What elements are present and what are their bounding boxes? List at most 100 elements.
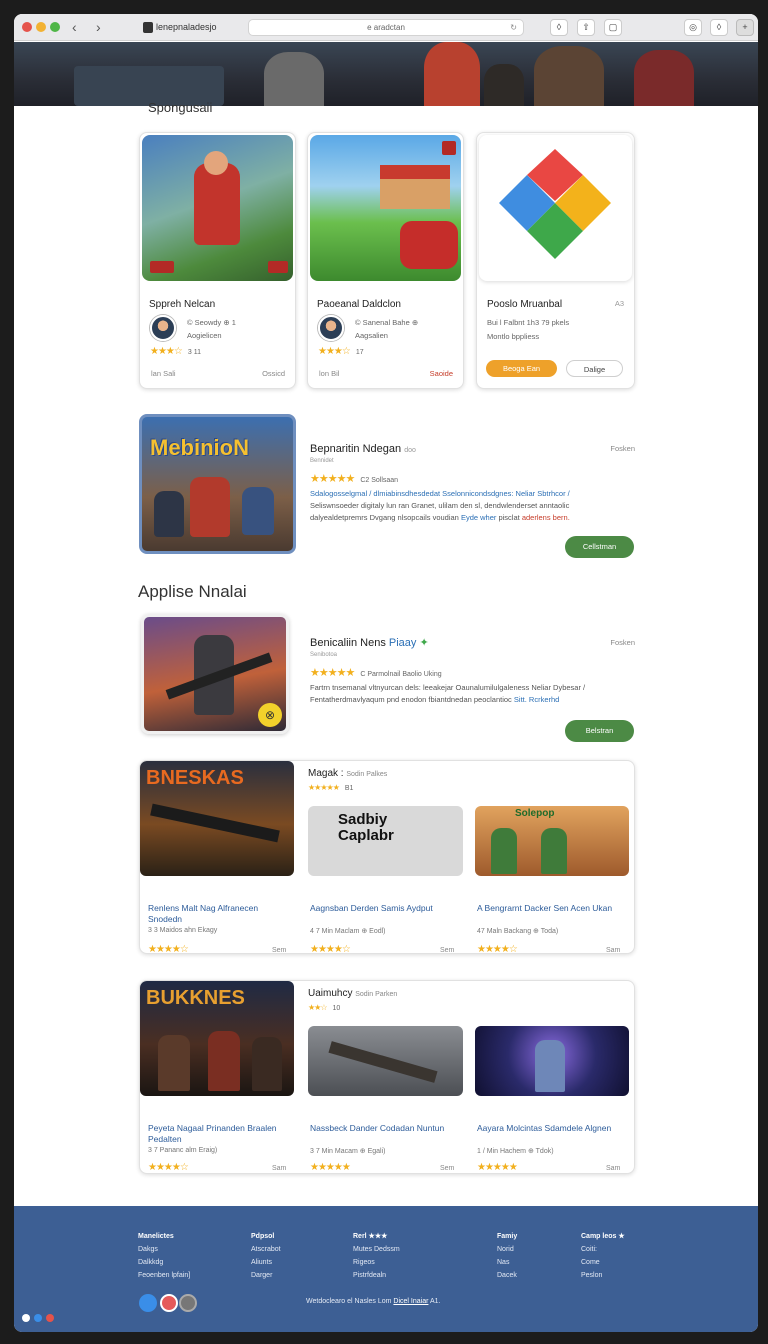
hero-banner [14,42,758,106]
reload-icon[interactable]: ↻ [510,20,517,35]
zoom-window-button[interactable] [50,22,60,32]
app-card[interactable]: Paoeanal Daldclon © Sanenal Bahe ⊕ Aagsa… [307,132,464,389]
grid-rating: ★★★★★ B1 [308,783,354,792]
social-bird-icon[interactable] [139,1294,157,1312]
game-caption[interactable]: Renlens Malt Nag Alfranecen Snodedn [148,903,288,925]
footer-link[interactable]: Dalkkdg [138,1256,190,1269]
footer-link[interactable]: Pistrfdealn [353,1269,400,1282]
footer-column: Famiy Norid Nas Dacek [497,1230,517,1282]
footer-link[interactable]: Dacek [497,1269,517,1282]
game-subtitle: 1 / Min Hachem ⊕ Tdok) [477,1148,554,1155]
browser-window: ‹ › lenepnaladesjo e aradctan ↻ ◊ ⇧ ▢ ◎ ◊… [14,14,758,1332]
section-title-top: Spongusaii [148,100,213,115]
app-card[interactable]: Pooslo Mruanbal A3 Bui l Falbnt 1h3 79 p… [476,132,635,389]
game-thumbnail[interactable]: BUKKNES [140,981,294,1096]
address-text: e aradctan [367,23,405,32]
footer-bottom-text: Wetdoclearo el Nasles Lom Dicel Inaiar A… [306,1298,441,1305]
footer-link[interactable]: Feoenben lpfain] [138,1269,190,1282]
featured-title: Benicaliin Nens Piaay ✦ [310,637,429,649]
status-dot-icon [34,1314,42,1322]
developer-avatar [318,315,344,341]
featured-thumbnail: ⊗ [141,614,289,734]
badge-icon: ⊗ [258,703,282,727]
game-caption[interactable]: A Bengrarnt Dacker Sen Acen Ukan [477,903,617,914]
game-tag: Sam [606,1165,621,1172]
close-window-button[interactable] [22,22,32,32]
footer-link[interactable]: Dakgs [138,1243,190,1256]
footer-link[interactable]: Norid [497,1243,517,1256]
developer-name: © Seowdy ⊕ 1 [187,318,236,327]
secondary-action-button[interactable]: Dalige [566,360,623,377]
game-thumbnail[interactable]: Sadbiy Caplabr [308,806,463,876]
game-thumbnail[interactable] [475,1026,629,1096]
footer-link[interactable]: Peslon [581,1269,625,1282]
footer-link[interactable]: Nas [497,1256,517,1269]
footer-link[interactable]: Coiti: [581,1243,625,1256]
forward-arrow-icon[interactable]: › [96,18,101,36]
footer-link[interactable]: Come [581,1256,625,1269]
tabs-icon[interactable]: ▢ [604,19,622,36]
extensions-icon[interactable]: ◎ [684,19,702,36]
game-thumbnail[interactable]: Solepop [475,806,629,876]
developer-name: © Sanenal Bahe ⊕ [355,318,419,327]
game-caption[interactable]: Nassbeck Dander Codadan Nuntun [310,1123,450,1134]
status-dot-icon [22,1314,30,1322]
grid-label: Uaimuhcy Sodin Parken [308,988,398,999]
featured-app-row[interactable]: MebinioN Bepnaritin Ndegan doo Fosken Be… [139,412,635,568]
share-icon[interactable]: ⇧ [577,19,595,36]
game-tag: Sem [272,947,287,954]
tab-favicon-icon [143,22,153,33]
game-caption[interactable]: Peyeta Nagaal Prinanden Braalen Pedalten [148,1123,288,1145]
primary-action-button[interactable]: Beoga Ean [486,360,557,377]
featured-side-label: Fosken [610,638,635,647]
developer-subtitle: Aagsalien [355,331,388,340]
app-side-label: A3 [614,299,624,308]
footer-column: Camp leos ★ Coiti: Come Peslon [581,1230,625,1282]
app-meta-right: Ossicd [262,369,285,378]
app-meta-right: Saoide [429,369,453,378]
game-thumbnail[interactable] [308,1026,463,1096]
game-tag: Sem [440,1165,455,1172]
app-card[interactable]: Sppreh Nelcan © Seowdy ⊕ 1 Aogielicen ★★… [139,132,296,389]
app-title: Sppreh Nelcan [149,299,216,310]
developer-avatar [150,315,176,341]
game-subtitle: 3 7 Pananc alm Eraig) [148,1147,218,1154]
app-title: Paoeanal Daldclon [317,299,401,310]
game-rating: ★★★★☆ [148,944,189,954]
featured-title: Bepnaritin Ndegan doo [310,443,416,455]
footer-link[interactable]: Mutes Dedssm [353,1243,400,1256]
app-meta-left: lan Sali [151,369,176,378]
game-caption[interactable]: Aayara Molcintas Sdamdele Algnen [477,1123,617,1134]
featured-action-button[interactable]: Belstran [565,720,634,742]
featured-app-row[interactable]: ⊗ Benicaliin Nens Piaay ✦ Fosken Senibot… [139,614,635,742]
featured-subtitle: Senibotoa [310,652,338,658]
game-grid: BUKKNES Uaimuhcy Sodin Parken ★★☆ 10 Peye… [139,980,635,1174]
featured-action-button[interactable]: Cellstman [565,536,634,558]
new-tab-button[interactable]: + [736,19,754,36]
footer-bottom-link[interactable]: Dicel Inaiar [393,1298,428,1305]
back-arrow-icon[interactable]: ‹ [72,18,77,36]
social-play-icon[interactable] [160,1294,178,1312]
downloads-icon[interactable]: ◊ [710,19,728,36]
footer-link[interactable]: Darger [251,1269,281,1282]
footer-link[interactable]: Aliunts [251,1256,281,1269]
rating-stars: ★★★☆ 3 11 [150,346,201,357]
tab-current[interactable]: lenepnaladesjo [140,19,250,36]
game-subtitle: 4 7 Min Maclam ⊕ Eodl) [310,928,386,935]
address-bar[interactable]: e aradctan ↻ [248,19,524,36]
game-thumbnail[interactable]: BNESKAS [140,761,294,876]
game-rating: ★★★★★ [477,1162,518,1173]
game-subtitle: 47 Maln Backang ⊕ Toda) [477,928,559,935]
featured-rating: ★★★★★ C2 Sollsaan [310,473,399,485]
footer-link[interactable]: Rigeos [353,1256,400,1269]
shield-icon[interactable]: ◊ [550,19,568,36]
minimize-window-button[interactable] [36,22,46,32]
grid-rating: ★★☆ 10 [308,1003,341,1012]
game-subtitle: 3 3 Maidos ahn Ekagy [148,927,218,934]
footer-link[interactable]: Atscrabot [251,1243,281,1256]
social-globe-icon[interactable] [179,1294,197,1312]
game-caption[interactable]: Aagnsban Derden Samis Aydput [310,903,450,914]
app-meta-left: lon Bil [319,369,340,378]
app-title: Pooslo Mruanbal [487,299,563,310]
footer-column: Rerl ★★★ Mutes Dedssm Rigeos Pistrfdealn [353,1230,400,1282]
